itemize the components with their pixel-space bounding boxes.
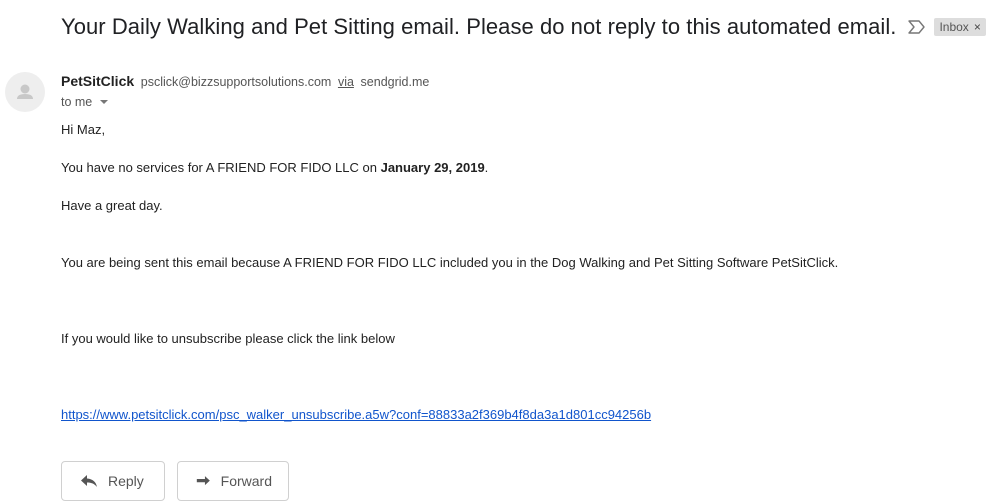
reply-arrow-icon xyxy=(81,475,97,487)
sender-email: psclick@bizzsupportsolutions.com xyxy=(140,75,332,89)
forward-arrow-icon xyxy=(196,476,210,486)
reply-label: Reply xyxy=(108,473,144,489)
default-avatar-icon xyxy=(17,84,33,99)
greeting: Hi Maz, xyxy=(61,122,106,137)
unsubscribe-instruction: If you would like to unsubscribe please … xyxy=(61,331,395,346)
recipient-details-toggle[interactable]: to me xyxy=(61,95,109,109)
email-subject: Your Daily Walking and Pet Sitting email… xyxy=(61,14,897,39)
reason-line: You are being sent this email because A … xyxy=(61,255,839,270)
no-services-text: You have no services for A FRIEND FOR FI… xyxy=(61,160,381,175)
service-date: January 29, 2019 xyxy=(380,160,485,175)
via-domain: sendgrid.me xyxy=(360,75,430,89)
remove-label-icon[interactable]: × xyxy=(974,20,981,34)
forward-button[interactable]: Forward xyxy=(177,461,289,501)
subject-row: Your Daily Walking and Pet Sitting email… xyxy=(61,14,986,40)
inbox-label-text: Inbox xyxy=(939,20,969,34)
via-link[interactable]: via xyxy=(338,75,354,89)
no-services-line: You have no services for A FRIEND FOR FI… xyxy=(61,160,488,175)
chevron-down-icon[interactable] xyxy=(100,100,109,104)
importance-marker-icon[interactable] xyxy=(908,20,926,34)
recipient-label: to me xyxy=(61,95,93,109)
reply-button[interactable]: Reply xyxy=(61,461,165,501)
forward-label: Forward xyxy=(220,473,272,489)
inbox-label-chip: Inbox × xyxy=(934,18,986,36)
unsubscribe-link-row: https://www.petsitclick.com/psc_walker_u… xyxy=(61,407,651,422)
unsubscribe-link[interactable]: https://www.petsitclick.com/psc_walker_u… xyxy=(61,407,651,422)
no-services-period: . xyxy=(484,160,489,175)
sender-avatar xyxy=(5,72,45,112)
sender-line: PetSitClick psclick@bizzsupportsolutions… xyxy=(61,73,429,89)
sender-name[interactable]: PetSitClick xyxy=(61,73,134,89)
closing-line: Have a great day. xyxy=(61,198,163,213)
